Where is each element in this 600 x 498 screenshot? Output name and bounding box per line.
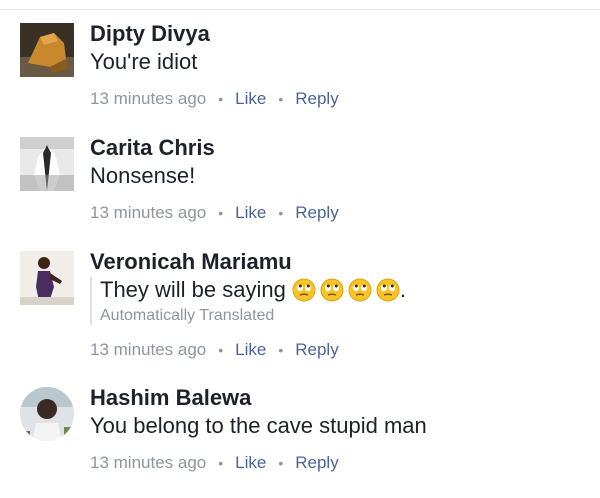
avatar[interactable] (20, 251, 74, 305)
comment-text: They will be saying (100, 277, 286, 302)
eye-roll-emoji-icon (376, 278, 400, 302)
separator: • (278, 91, 284, 107)
reply-link[interactable]: Reply (295, 340, 338, 360)
top-divider (0, 9, 600, 10)
like-link[interactable]: Like (235, 203, 266, 223)
separator: • (218, 455, 224, 471)
eye-roll-emoji-icon (320, 278, 344, 302)
like-link[interactable]: Like (235, 340, 266, 360)
like-link[interactable]: Like (235, 89, 266, 109)
translated-block: They will be saying . Automatically Tran… (90, 277, 406, 325)
emoji-group (288, 278, 400, 302)
reply-link[interactable]: Reply (295, 203, 338, 223)
comment-meta: 13 minutes ago • Like • Reply (90, 340, 339, 360)
comment-meta: 13 minutes ago • Like • Reply (90, 203, 339, 223)
comment-text: You belong to the cave stupid man (90, 413, 427, 438)
separator: • (278, 342, 284, 358)
comment-meta: 13 minutes ago • Like • Reply (90, 89, 339, 109)
comment-text: You're idiot (90, 49, 198, 74)
eye-roll-emoji-icon (348, 278, 372, 302)
comment-author[interactable]: Dipty Divya (90, 21, 210, 47)
comment-text-suffix: . (399, 277, 406, 302)
separator: • (218, 342, 224, 358)
avatar[interactable] (20, 137, 74, 191)
separator: • (218, 91, 224, 107)
comment-text: Nonsense! (90, 163, 196, 188)
auto-translated-label[interactable]: Automatically Translated (100, 307, 406, 325)
like-link[interactable]: Like (235, 453, 266, 473)
reply-link[interactable]: Reply (295, 453, 338, 473)
comment-timestamp[interactable]: 13 minutes ago (90, 203, 206, 223)
comment-timestamp[interactable]: 13 minutes ago (90, 340, 206, 360)
comment-timestamp[interactable]: 13 minutes ago (90, 453, 206, 473)
comment-author[interactable]: Veronicah Mariamu (90, 249, 292, 275)
comment-meta: 13 minutes ago • Like • Reply (90, 453, 339, 473)
comment-text-line: They will be saying . (100, 277, 406, 303)
comment-author[interactable]: Carita Chris (90, 135, 215, 161)
reply-link[interactable]: Reply (295, 89, 338, 109)
comment-timestamp[interactable]: 13 minutes ago (90, 89, 206, 109)
separator: • (278, 205, 284, 221)
comment-author[interactable]: Hashim Balewa (90, 385, 251, 411)
separator: • (278, 455, 284, 471)
separator: • (218, 205, 224, 221)
avatar[interactable] (20, 23, 74, 77)
avatar[interactable] (20, 387, 74, 441)
eye-roll-emoji-icon (292, 278, 316, 302)
